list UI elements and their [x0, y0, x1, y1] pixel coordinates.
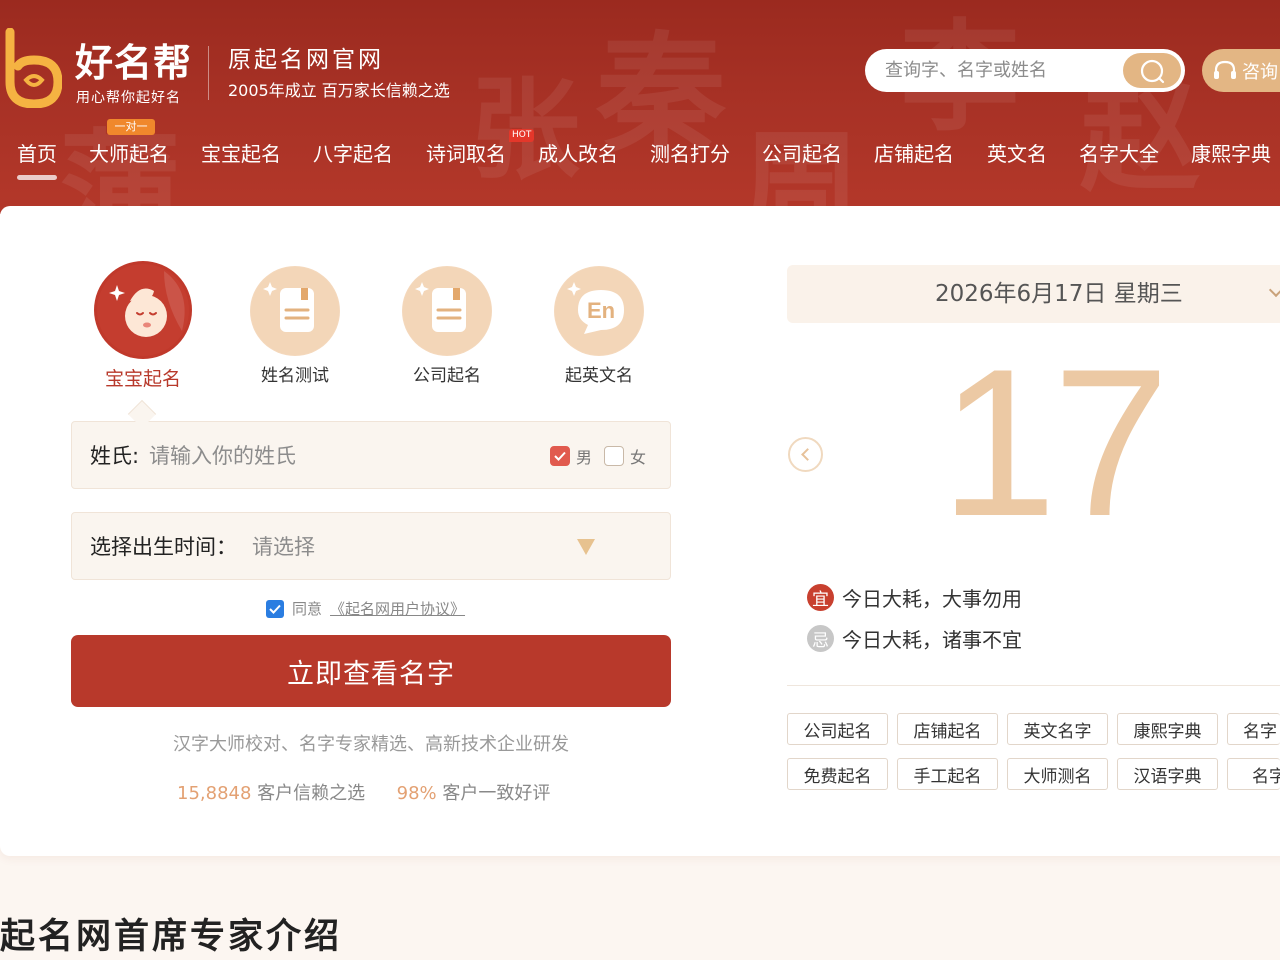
surname-input[interactable] — [149, 422, 479, 490]
tagline: 汉字大师校对、名字专家精选、高新技术企业研发 — [173, 734, 569, 755]
nav-item-baby[interactable]: 宝宝起名 — [201, 138, 281, 167]
nav-active-indicator — [17, 175, 57, 180]
consult-label: 咨询 — [1242, 61, 1278, 83]
category-name-test[interactable]: 姓名测试 — [245, 266, 345, 386]
current-date: 2026年6月17日 星期三 — [935, 281, 1183, 307]
quick-link-tag[interactable]: 店铺起名 — [897, 713, 998, 745]
yi-text: 今日大耗，大事勿用 — [842, 587, 1022, 611]
divider — [787, 685, 1280, 686]
header-divider — [208, 46, 209, 100]
category-baby-naming[interactable]: 宝宝起名 — [93, 261, 193, 391]
quick-link-tag[interactable]: 大师测名 — [1007, 758, 1108, 790]
category-label: 公司起名 — [413, 366, 481, 386]
birth-time-label: 选择出生时间： — [90, 535, 237, 559]
stat-customers-number: 15,8848 — [177, 783, 252, 804]
stat-rating-text: 客户一致好评 — [442, 783, 551, 804]
site-logo[interactable] — [0, 28, 68, 110]
nav-item-english[interactable]: 英文名 — [987, 138, 1047, 167]
day-number: 17 — [940, 325, 1170, 560]
nav-item-name-list[interactable]: 名字大全 — [1079, 138, 1159, 167]
quick-link-tag[interactable]: 英文名字 — [1007, 713, 1108, 745]
category-company-naming[interactable]: 公司起名 — [397, 266, 497, 386]
yi-badge: 宜 — [807, 584, 834, 611]
nav-item-bazi[interactable]: 八字起名 — [313, 138, 393, 167]
search-icon — [1140, 59, 1165, 83]
nav-item-kangxi[interactable]: 康熙字典 — [1191, 138, 1271, 167]
gender-male-option[interactable]: 男 — [550, 444, 592, 468]
nav-item-shop[interactable]: 店铺起名 — [874, 138, 954, 167]
hot-badge: HOT — [509, 129, 535, 142]
quick-link-tag[interactable]: 汉语字典 — [1117, 758, 1218, 790]
category-english-naming[interactable]: En 起英文名 — [549, 266, 649, 386]
section-title: 起名网首席专家介绍 — [0, 917, 343, 957]
surname-label: 姓氏: — [90, 444, 140, 468]
logo-b-icon — [5, 28, 62, 108]
headset-icon — [1214, 60, 1236, 79]
document-icon — [402, 266, 492, 356]
consult-button[interactable]: 咨询 — [1202, 49, 1280, 92]
almanac-ji: 忌 今日大耗，诸事不宜 — [807, 624, 1022, 653]
one-on-one-badge: 一对一 — [107, 119, 155, 135]
check-icon — [269, 604, 281, 614]
main-nav: 首页 大师起名 宝宝起名 八字起名 诗词取名 成人改名 测名打分 公司起名 店铺… — [0, 138, 1280, 178]
quick-link-tag[interactable]: 公司起名 — [787, 713, 888, 745]
site-title: 原起名网官网 — [228, 47, 384, 73]
brand-slogan: 用心帮你起好名 — [76, 90, 181, 106]
agreement-link[interactable]: 《起名网用户协议》 — [330, 598, 465, 619]
category-label: 姓名测试 — [261, 366, 329, 386]
search-box — [865, 49, 1185, 92]
dropdown-arrow-icon — [577, 539, 595, 555]
quick-link-tag[interactable]: 手工起名 — [897, 758, 998, 790]
english-bubble-icon: En — [554, 266, 644, 356]
ji-text: 今日大耗，诸事不宜 — [842, 628, 1022, 652]
site-header: 秦 张 周 蒲 李 赵 好名帮 用心帮你起好名 原起名网官网 2005年成立 百… — [0, 0, 1280, 214]
almanac-yi: 宜 今日大耗，大事勿用 — [807, 583, 1022, 612]
baby-face-icon — [94, 261, 192, 359]
search-input[interactable] — [885, 49, 1115, 92]
nav-item-poetry[interactable]: 诗词取名 — [426, 138, 506, 167]
gender-female-option[interactable]: 女 — [604, 444, 646, 468]
stat-customers-text: 客户信赖之选 — [257, 783, 366, 804]
nav-item-home[interactable]: 首页 — [17, 138, 57, 167]
stats-row: 15,8848 客户信赖之选 98% 客户一致好评 — [177, 779, 550, 805]
ji-badge: 忌 — [807, 625, 834, 652]
check-icon — [554, 451, 566, 461]
gender-female-checkbox[interactable] — [604, 446, 624, 466]
prev-day-button[interactable] — [788, 437, 823, 472]
agreement-row: 同意 《起名网用户协议》 — [266, 598, 465, 619]
chevron-down-icon — [1268, 282, 1280, 298]
birth-time-value: 请选择 — [252, 535, 315, 559]
gender-female-label: 女 — [630, 448, 647, 467]
category-label: 宝宝起名 — [104, 368, 181, 390]
gender-male-label: 男 — [576, 448, 593, 467]
brand-name: 好名帮 — [75, 41, 193, 85]
search-button[interactable] — [1123, 53, 1181, 88]
quick-link-tag[interactable]: 名字 — [1227, 713, 1280, 745]
date-selector[interactable]: 2026年6月17日 星期三 — [787, 265, 1280, 323]
site-subtitle: 2005年成立 百万家长信赖之选 — [228, 81, 450, 100]
chevron-left-icon — [801, 448, 814, 461]
nav-item-master[interactable]: 大师起名 — [89, 138, 169, 167]
birth-time-select[interactable]: 选择出生时间： 请选择 — [71, 512, 671, 580]
nav-item-adult-rename[interactable]: 成人改名 — [538, 138, 618, 167]
agreement-text: 同意 — [292, 600, 323, 618]
gender-male-checkbox[interactable] — [550, 446, 570, 466]
svg-text:En: En — [587, 298, 615, 323]
quick-link-tag[interactable]: 名字 — [1227, 758, 1280, 790]
agreement-checkbox[interactable] — [266, 599, 284, 618]
quick-link-tag[interactable]: 免费起名 — [787, 758, 888, 790]
category-label: 起英文名 — [565, 366, 633, 386]
document-icon — [250, 266, 340, 356]
stat-rating-number: 98% — [396, 783, 437, 804]
nav-item-name-score[interactable]: 测名打分 — [650, 138, 730, 167]
quick-link-tag[interactable]: 康熙字典 — [1117, 713, 1218, 745]
surname-field: 姓氏: 男 女 — [71, 421, 671, 490]
view-names-button[interactable]: 立即查看名字 — [71, 635, 671, 707]
nav-item-company[interactable]: 公司起名 — [762, 138, 842, 167]
